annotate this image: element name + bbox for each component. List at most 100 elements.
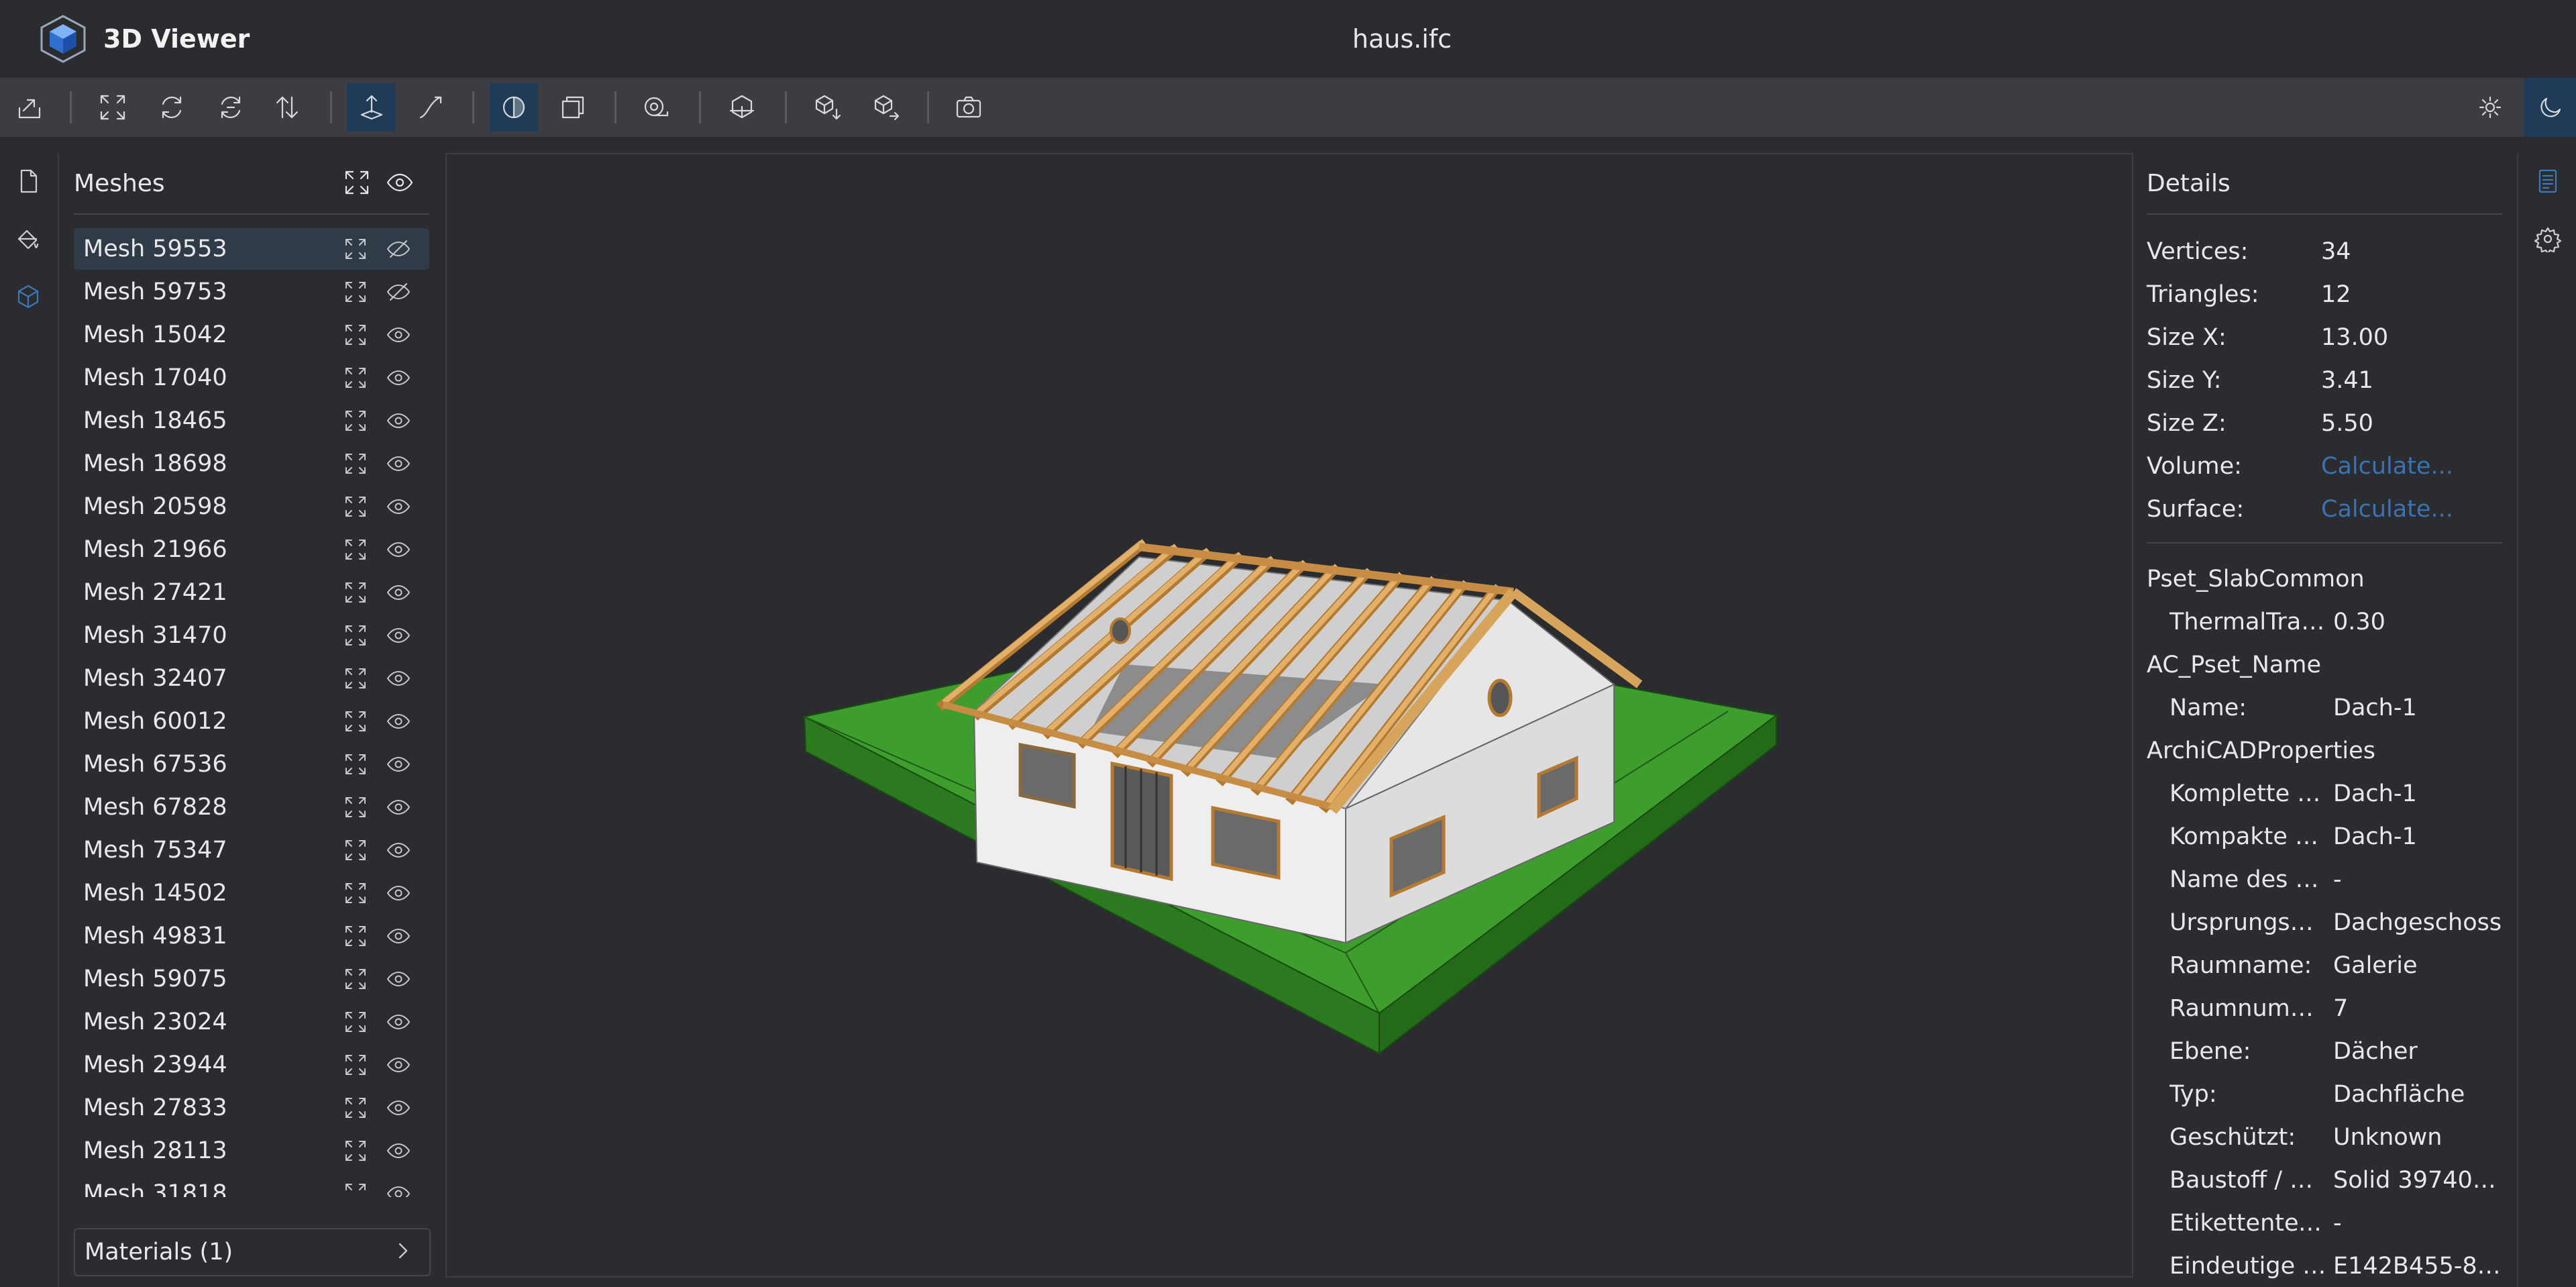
mesh-list-item[interactable]: Mesh 75347 xyxy=(74,829,429,871)
export-button[interactable] xyxy=(802,83,851,132)
fit-mesh-button[interactable] xyxy=(342,536,369,563)
mesh-list-item[interactable]: Mesh 32407 xyxy=(74,658,429,699)
mesh-list-item[interactable]: Mesh 14502 xyxy=(74,872,429,914)
toggle-visibility-button[interactable] xyxy=(385,665,412,692)
meshes-nav-button[interactable] xyxy=(11,279,46,314)
fit-mesh-button[interactable] xyxy=(342,966,369,992)
materials-section-toggle[interactable]: Materials (1) xyxy=(74,1228,431,1276)
flip-up-vector-button[interactable] xyxy=(207,83,255,132)
mesh-name: Mesh 27833 xyxy=(83,1094,227,1121)
snapshot-button[interactable] xyxy=(945,83,993,132)
fit-mesh-button[interactable] xyxy=(342,1094,369,1121)
fit-mesh-button[interactable] xyxy=(342,837,369,864)
fit-mesh-button[interactable] xyxy=(342,579,369,606)
toggle-visibility-button[interactable] xyxy=(385,236,412,262)
mesh-list-item[interactable]: Mesh 27421 xyxy=(74,572,429,613)
materials-nav-button[interactable] xyxy=(11,221,46,256)
details-nav-button[interactable] xyxy=(2530,164,2565,199)
mesh-list-item[interactable]: Mesh 67536 xyxy=(74,743,429,785)
property-row: Raumname: Galerie xyxy=(2169,945,2505,986)
toggle-visibility-button[interactable] xyxy=(385,493,412,520)
dark-theme-button[interactable] xyxy=(2524,78,2576,137)
mesh-list-item[interactable]: Mesh 31470 xyxy=(74,615,429,656)
fixed-up-vector-button[interactable] xyxy=(347,83,396,132)
mesh-list-item[interactable]: Mesh 31818 xyxy=(74,1173,429,1197)
fit-mesh-button[interactable] xyxy=(342,493,369,520)
toggle-visibility-button[interactable] xyxy=(385,536,412,563)
set-up-axis-button[interactable] xyxy=(263,83,311,132)
toggle-visibility-button[interactable] xyxy=(385,1137,412,1164)
fit-mesh-button[interactable] xyxy=(342,923,369,949)
toggle-visibility-button[interactable] xyxy=(385,1009,412,1035)
open-file-button[interactable] xyxy=(5,83,54,132)
toggle-visibility-button[interactable] xyxy=(385,966,412,992)
mesh-list-item[interactable]: Mesh 21966 xyxy=(74,529,429,570)
mesh-list-item[interactable]: Mesh 60012 xyxy=(74,701,429,742)
toggle-visibility-button[interactable] xyxy=(385,1051,412,1078)
mesh-list[interactable]: Mesh 59553 Mesh 59753 Mesh 15042 Mesh 17040… xyxy=(74,228,431,1197)
mesh-list-item[interactable]: Mesh 23944 xyxy=(74,1044,429,1086)
files-nav-button[interactable] xyxy=(11,164,46,199)
mesh-list-item[interactable]: Mesh 59075 xyxy=(74,958,429,1000)
fit-mesh-button[interactable] xyxy=(342,880,369,907)
set-up-vector-button[interactable] xyxy=(148,83,196,132)
fit-to-window-button[interactable] xyxy=(89,83,137,132)
settings-nav-button[interactable] xyxy=(2530,221,2565,256)
mesh-list-item[interactable]: Mesh 67828 xyxy=(74,786,429,828)
orthographic-camera-button[interactable] xyxy=(549,83,597,132)
fit-mesh-button[interactable] xyxy=(342,278,369,305)
fit-mesh-button[interactable] xyxy=(342,364,369,391)
fit-mesh-button[interactable] xyxy=(342,622,369,649)
measure-button[interactable] xyxy=(632,83,680,132)
mesh-list-item[interactable]: Mesh 23024 xyxy=(74,1001,429,1043)
toggle-visibility-button[interactable] xyxy=(385,880,412,907)
fit-mesh-button[interactable] xyxy=(342,1180,369,1197)
mesh-list-item[interactable]: Mesh 18698 xyxy=(74,443,429,484)
fit-mesh-button[interactable] xyxy=(342,708,369,735)
toggle-visibility-button[interactable] xyxy=(385,622,412,649)
perspective-camera-button[interactable] xyxy=(490,83,538,132)
fit-mesh-button[interactable] xyxy=(342,1051,369,1078)
mesh-list-item[interactable]: Mesh 20598 xyxy=(74,486,429,527)
calculate-link[interactable]: Calculate... xyxy=(2321,492,2453,527)
mesh-list-item[interactable]: Mesh 59553 xyxy=(74,228,429,270)
mesh-list-item[interactable]: Mesh 27833 xyxy=(74,1087,429,1129)
toggle-visibility-button[interactable] xyxy=(385,923,412,949)
3d-viewport[interactable] xyxy=(445,153,2133,1278)
toggle-visibility-button[interactable] xyxy=(385,751,412,778)
toggle-visibility-button[interactable] xyxy=(385,1180,412,1197)
fit-mesh-button[interactable] xyxy=(342,751,369,778)
fit-mesh-button[interactable] xyxy=(342,321,369,348)
toggle-visibility-button[interactable] xyxy=(385,321,412,348)
calculate-link[interactable]: Calculate... xyxy=(2321,449,2453,484)
free-orbit-button[interactable] xyxy=(407,83,455,132)
toggle-visibility-button[interactable] xyxy=(385,450,412,477)
toggle-visibility-button[interactable] xyxy=(385,837,412,864)
toggle-visibility-button[interactable] xyxy=(385,407,412,434)
fit-mesh-button[interactable] xyxy=(342,665,369,692)
expand-icon xyxy=(345,282,366,302)
toggle-visibility-button[interactable] xyxy=(385,579,412,606)
toggle-visibility-button[interactable] xyxy=(385,1094,412,1121)
mesh-list-item[interactable]: Mesh 59753 xyxy=(74,271,429,313)
fit-mesh-button[interactable] xyxy=(342,794,369,821)
mesh-list-item[interactable]: Mesh 49831 xyxy=(74,915,429,957)
fit-mesh-button[interactable] xyxy=(342,236,369,262)
mesh-list-item[interactable]: Mesh 17040 xyxy=(74,357,429,399)
mesh-list-item[interactable]: Mesh 15042 xyxy=(74,314,429,356)
toggle-visibility-button[interactable] xyxy=(385,364,412,391)
fit-mesh-button[interactable] xyxy=(342,1009,369,1035)
share-button[interactable] xyxy=(861,83,910,132)
toggle-visibility-button[interactable] xyxy=(385,278,412,305)
fit-mesh-button[interactable] xyxy=(342,450,369,477)
fit-mesh-button[interactable] xyxy=(342,1137,369,1164)
mesh-list-item[interactable]: Mesh 28113 xyxy=(74,1130,429,1172)
toggle-visibility-button[interactable] xyxy=(385,794,412,821)
fit-mesh-button[interactable] xyxy=(342,407,369,434)
mesh-list-item[interactable]: Mesh 18465 xyxy=(74,400,429,442)
fit-all-meshes-button[interactable] xyxy=(342,168,372,197)
light-theme-button[interactable] xyxy=(2466,83,2514,132)
toggle-visibility-button[interactable] xyxy=(385,708,412,735)
show-all-meshes-button[interactable] xyxy=(385,168,415,197)
cut-plane-button[interactable] xyxy=(718,83,766,132)
